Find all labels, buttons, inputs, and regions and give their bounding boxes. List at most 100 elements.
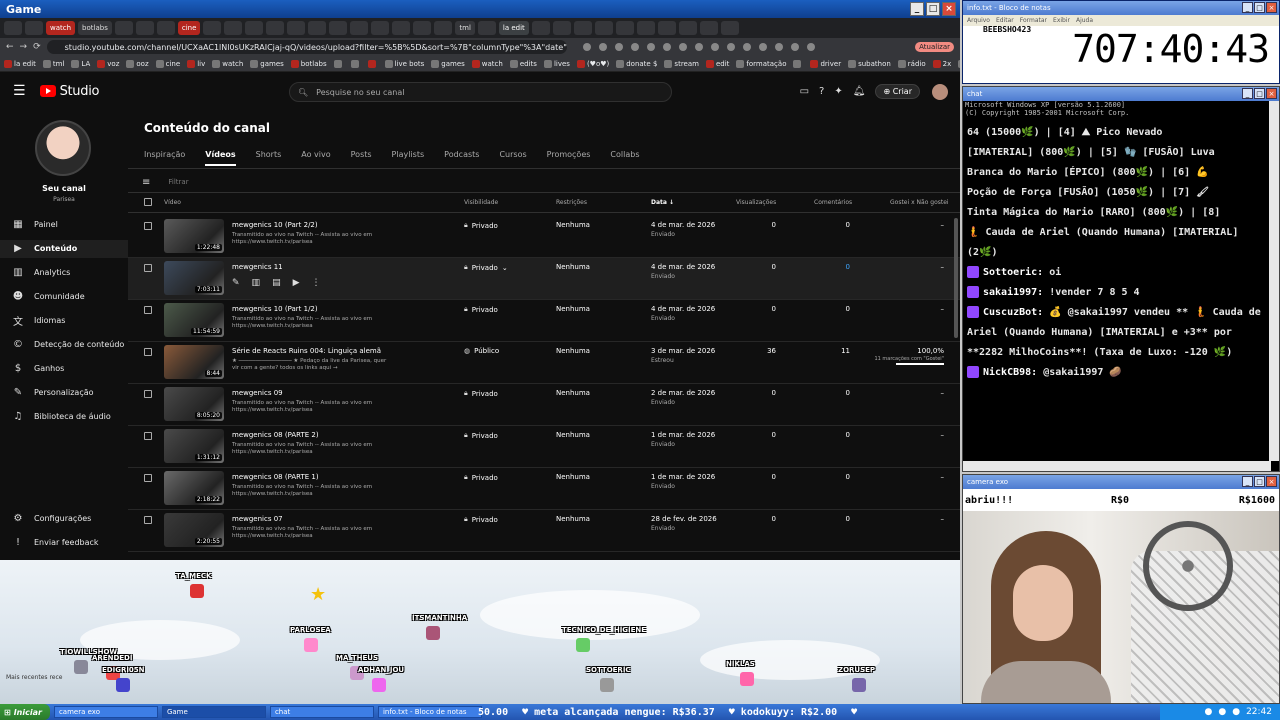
browser-tab[interactable] — [329, 21, 348, 35]
bookmark-item[interactable]: donate $ — [616, 59, 657, 68]
bookmark-item[interactable]: edit — [705, 59, 729, 68]
browser-tab[interactable] — [657, 21, 676, 35]
more-icon[interactable]: ⋮ — [312, 278, 321, 288]
sidebar-item-dashboard[interactable]: ▦ Painel — [12, 216, 58, 232]
bookmark-item[interactable]: games — [431, 59, 465, 68]
browser-tab[interactable] — [266, 21, 285, 35]
minimize-button[interactable]: _ — [1242, 88, 1253, 99]
visibility-cell[interactable]: 🔒︎ Privado — [464, 221, 498, 230]
reload-icon[interactable]: ⟳ — [33, 42, 41, 52]
sidebar-item-community[interactable]: ☻ Comunidade — [12, 288, 85, 304]
browser-tab[interactable] — [434, 21, 453, 35]
subtitles-icon[interactable]: ▭ — [800, 86, 809, 97]
table-row[interactable]: 7:03:11 mewgenics 11 ✎ ▥ ▤ ▶ ⋮ 🔒︎ Privado ⌄ Nenhum… — [128, 258, 960, 300]
row-checkbox[interactable] — [144, 390, 152, 398]
visibility-cell[interactable]: 🔒︎ Privado — [464, 515, 498, 524]
visibility-cell[interactable]: ◍ Público — [464, 347, 499, 355]
chat-horizontal-scrollbar[interactable] — [963, 461, 1271, 471]
sidebar-item-settings[interactable]: ⚙ Configurações — [12, 510, 92, 526]
video-thumbnail[interactable]: 2:18:22 — [164, 471, 224, 505]
browser-tab[interactable] — [371, 21, 390, 35]
bookmark-item[interactable]: subathon — [848, 59, 891, 68]
browser-tab[interactable] — [392, 21, 411, 35]
chat-titlebar[interactable]: chat _ □ × — [963, 87, 1279, 101]
comments-cell[interactable]: 0 — [806, 305, 850, 313]
bookmark-item[interactable]: formatação — [736, 59, 786, 68]
tray-icon[interactable]: ● — [1218, 707, 1226, 717]
extension-icon[interactable] — [774, 43, 783, 51]
table-row[interactable]: 2:18:22 mewgenics 08 (PARTE 1) Transmitido… — [128, 468, 960, 510]
sidebar-item-subtitles[interactable]: 文 Idiomas — [12, 312, 65, 328]
browser-tab[interactable] — [636, 21, 655, 35]
youtube-icon[interactable]: ▶ — [293, 278, 300, 288]
tab-4[interactable]: Posts — [351, 150, 372, 166]
visibility-cell[interactable]: 🔒︎ Privado — [464, 389, 498, 398]
browser-tab[interactable] — [594, 21, 613, 35]
video-thumbnail[interactable]: 1:22:48 — [164, 219, 224, 253]
extension-icon[interactable] — [726, 43, 735, 51]
row-checkbox[interactable] — [144, 516, 152, 524]
bookmark-item[interactable] — [333, 59, 344, 68]
browser-tab[interactable] — [25, 21, 43, 35]
close-button[interactable]: × — [1266, 88, 1277, 99]
column-header-visibility[interactable]: Visibilidade — [464, 199, 498, 206]
table-row[interactable]: 1:31:12 mewgenics 08 (PARTE 2) Transmitido… — [128, 426, 960, 468]
bookmark-item[interactable]: 2x — [932, 59, 951, 68]
video-thumbnail[interactable]: 1:31:12 — [164, 429, 224, 463]
taskbar-item[interactable]: camera exo — [53, 706, 158, 718]
video-title[interactable]: mewgenics 09 — [232, 389, 283, 397]
chevron-down-icon[interactable]: ⌄ — [502, 264, 508, 272]
sidebar-item-copyright[interactable]: © Detecção de conteúdo — [12, 336, 124, 352]
table-row[interactable]: 8:44 Série de Reacts Ruins 004: Linguiça … — [128, 342, 960, 384]
bookmark-item[interactable]: watch — [212, 59, 243, 68]
video-title[interactable]: mewgenics 08 (PARTE 2) — [232, 431, 319, 439]
tab-9[interactable]: Collabs — [610, 150, 639, 166]
video-title[interactable]: mewgenics 08 (PARTE 1) — [232, 473, 319, 481]
comments-cell[interactable]: 0 — [806, 221, 850, 229]
comments-cell[interactable]: 0 — [806, 431, 850, 439]
row-checkbox[interactable] — [144, 306, 152, 314]
browser-tab[interactable] — [477, 21, 496, 35]
browser-tab[interactable] — [4, 21, 22, 35]
browser-tab[interactable] — [203, 21, 222, 35]
video-thumbnail[interactable]: 8:44 — [164, 345, 224, 379]
row-checkbox[interactable] — [144, 222, 152, 230]
row-checkbox[interactable] — [144, 432, 152, 440]
search-box[interactable]: 🔍︎ Pesquise no seu canal — [289, 82, 672, 102]
comments-cell[interactable]: 0 — [806, 389, 850, 397]
browser-tab[interactable]: tml — [455, 21, 475, 35]
browser-tab[interactable] — [699, 21, 718, 35]
comments-cell[interactable]: 0 — [806, 515, 850, 523]
taskbar-item[interactable]: info.txt - Bloco de notas — [377, 706, 482, 718]
tab-2[interactable]: Shorts — [256, 150, 282, 166]
comments-cell[interactable]: 0 — [806, 263, 850, 271]
extension-icon[interactable] — [582, 43, 591, 51]
tray-icon[interactable]: ● — [1204, 707, 1212, 717]
maximize-button[interactable]: □ — [1254, 476, 1265, 487]
bookmark-item[interactable]: botlabs — [290, 59, 327, 68]
maximize-button[interactable]: □ — [1254, 88, 1265, 99]
bookmark-item[interactable] — [793, 59, 803, 68]
sidebar-item-feedback[interactable]: ! Enviar feedback — [12, 534, 99, 550]
sparkle-icon[interactable]: ✦ — [834, 86, 842, 97]
chat-username[interactable]: CuscuzBot: — [983, 307, 1043, 318]
studio-logo[interactable]: Studio — [39, 84, 99, 99]
column-header-likes[interactable]: Gostei x Não gostei — [890, 199, 949, 206]
pencil-icon[interactable]: ✎ — [232, 278, 240, 288]
browser-tab[interactable] — [552, 21, 571, 35]
extension-icon[interactable] — [678, 43, 687, 51]
browser-tab[interactable] — [573, 21, 592, 35]
browser-tab[interactable] — [413, 21, 432, 35]
sidebar-item-analytics[interactable]: ▥ Analytics — [12, 264, 70, 280]
comments-cell[interactable]: 0 — [806, 473, 850, 481]
filter-input[interactable]: Filtrar — [168, 178, 188, 186]
visibility-cell[interactable]: 🔒︎ Privado — [464, 305, 498, 314]
row-checkbox[interactable] — [144, 348, 152, 356]
browser-tab[interactable] — [245, 21, 264, 35]
notepad-menu-item[interactable]: Editar — [996, 17, 1014, 24]
maximize-button[interactable]: □ — [926, 2, 940, 16]
row-checkbox[interactable] — [144, 264, 152, 272]
create-button[interactable]: ⊕ Criar — [875, 84, 920, 99]
bookmark-item[interactable]: la edit — [4, 59, 36, 68]
filter-bar[interactable]: ≡ Filtrar — [142, 174, 189, 190]
